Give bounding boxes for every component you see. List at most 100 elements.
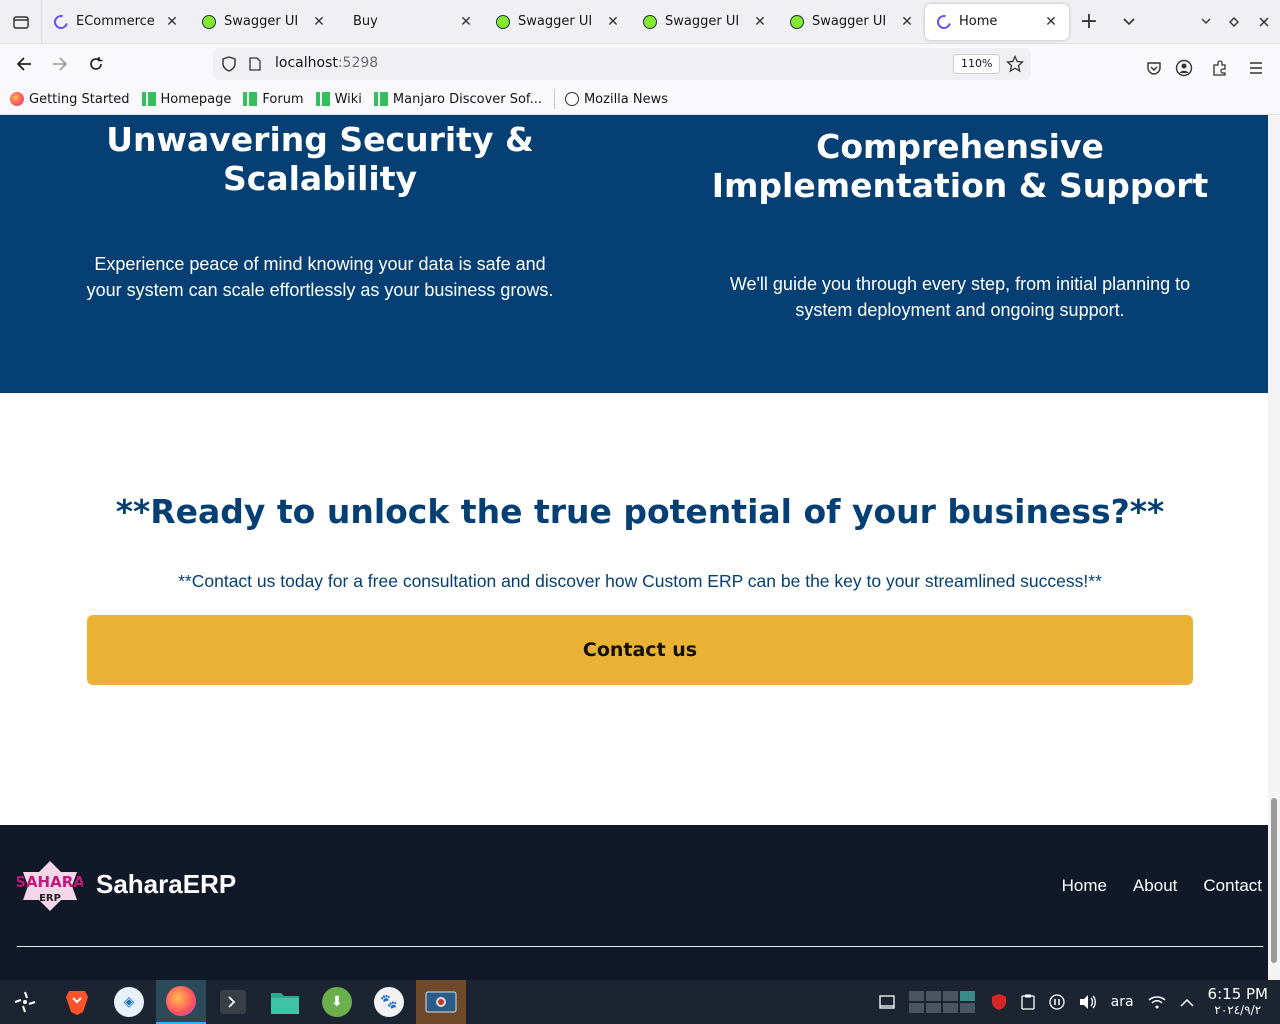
- bookmark-mozilla-news[interactable]: Mozilla News: [564, 91, 669, 107]
- close-icon[interactable]: ✕: [458, 14, 474, 30]
- bookmark-label: Forum: [262, 91, 304, 107]
- bookmark-wiki[interactable]: Wiki: [315, 91, 362, 107]
- pocket-icon: [1147, 62, 1161, 75]
- zoom-level-badge[interactable]: 110%: [953, 54, 1001, 74]
- shield-icon[interactable]: [222, 56, 236, 72]
- taskbar-discover[interactable]: ◈: [104, 980, 154, 1024]
- bookmark-forum[interactable]: Forum: [243, 91, 304, 107]
- footer-brand-name[interactable]: SaharaERP: [96, 869, 236, 900]
- bookmark-label: Wiki: [334, 91, 362, 107]
- contact-us-button[interactable]: Contact us: [87, 615, 1193, 685]
- page-scrollbar[interactable]: [1268, 115, 1280, 980]
- window-maximize-button[interactable]: [1220, 0, 1248, 44]
- bookmark-getting-started[interactable]: Getting Started: [10, 92, 130, 107]
- bookmarks-separator: [553, 89, 555, 109]
- shield-icon: [991, 994, 1006, 1010]
- taskbar-downloader[interactable]: ⬇: [312, 980, 362, 1024]
- tab-label: Swagger UI: [518, 14, 593, 29]
- close-icon[interactable]: ✕: [605, 14, 621, 30]
- forward-button[interactable]: [42, 48, 78, 80]
- close-icon[interactable]: ✕: [752, 14, 768, 30]
- chevron-down-icon: [1123, 17, 1135, 25]
- ecommerce-icon: [51, 11, 71, 32]
- close-icon: [1259, 17, 1269, 26]
- gimp-icon: 🐾: [374, 987, 404, 1017]
- tab-swagger-2[interactable]: Swagger UI ✕: [484, 0, 631, 44]
- bookmark-homepage[interactable]: Homepage: [141, 92, 231, 107]
- url-text[interactable]: localhost:5298: [275, 55, 378, 71]
- volume-tray-button[interactable]: [1079, 994, 1097, 1010]
- close-icon[interactable]: ✕: [899, 14, 915, 30]
- media-player-tray-button[interactable]: [1048, 994, 1065, 1010]
- tab-ecommerce[interactable]: ECommerce ✕: [42, 0, 190, 44]
- application-launcher[interactable]: [0, 980, 50, 1024]
- taskbar-screenshot[interactable]: [416, 980, 466, 1024]
- url-port: :5298: [337, 55, 379, 71]
- pause-icon: [1048, 994, 1065, 1010]
- sahara-erp-logo[interactable]: SAHARA ERP: [15, 860, 85, 912]
- system-tray: ara 6:15 PM ٢٠٢٤/٩/٢: [878, 980, 1280, 1024]
- url-bar[interactable]: localhost:5298 110%: [213, 48, 1031, 80]
- feature-title: Comprehensive Implementation & Support: [711, 127, 1209, 205]
- virtual-desktop-pager[interactable]: [908, 991, 975, 1013]
- footer-divider: [17, 946, 1263, 947]
- close-icon[interactable]: ✕: [164, 14, 180, 30]
- cta-heading: **Ready to unlock the true potential of …: [115, 492, 1165, 531]
- manjaro-icon: [243, 92, 258, 106]
- clipboard-tray-button[interactable]: [1020, 994, 1035, 1010]
- tab-swagger-3[interactable]: Swagger UI ✕: [631, 0, 778, 44]
- reload-button[interactable]: [78, 48, 114, 80]
- new-tab-button[interactable]: +: [1069, 0, 1109, 44]
- bookmark-label: Manjaro Discover Sof...: [392, 91, 542, 107]
- digital-clock[interactable]: 6:15 PM ٢٠٢٤/٩/٢: [1208, 986, 1268, 1018]
- bookmark-label: Mozilla News: [583, 91, 669, 107]
- tab-home[interactable]: Home ✕: [925, 3, 1069, 40]
- account-button[interactable]: [1166, 52, 1202, 84]
- speaker-icon: [1079, 995, 1096, 1009]
- tab-swagger-4[interactable]: Swagger UI ✕: [778, 0, 925, 44]
- footer-link-about[interactable]: About: [1133, 876, 1177, 896]
- scrollbar-thumb[interactable]: [1271, 798, 1277, 963]
- bookmark-star-icon[interactable]: [1006, 55, 1024, 73]
- tab-swagger-1[interactable]: Swagger UI ✕: [190, 0, 337, 44]
- taskbar-gimp[interactable]: 🐾: [364, 980, 414, 1024]
- taskbar-file-manager[interactable]: [260, 980, 310, 1024]
- swagger-icon: [790, 14, 804, 29]
- launcher-icon: [14, 991, 36, 1013]
- discover-icon: ◈: [114, 987, 144, 1017]
- close-icon[interactable]: ✕: [311, 14, 327, 30]
- tab-label: ECommerce: [76, 14, 155, 29]
- reload-icon: [90, 57, 103, 70]
- list-all-tabs-button[interactable]: [1109, 0, 1149, 44]
- bookmarks-toolbar: Getting Started Homepage Forum Wiki Manj…: [0, 84, 1280, 115]
- security-tray-button[interactable]: [991, 993, 1007, 1011]
- back-button[interactable]: [6, 48, 42, 80]
- tab-list-icon: [12, 15, 29, 29]
- tab-buy[interactable]: Buy ✕: [337, 0, 484, 44]
- taskbar-terminal[interactable]: [208, 980, 258, 1024]
- window-close-button[interactable]: [1248, 0, 1280, 44]
- url-host: localhost: [275, 55, 338, 71]
- tab-list-button[interactable]: [0, 0, 42, 44]
- menu-button[interactable]: [1238, 52, 1274, 84]
- taskbar-firefox[interactable]: [156, 980, 206, 1024]
- extensions-button[interactable]: [1202, 52, 1238, 84]
- keyboard-layout-indicator[interactable]: ara: [1111, 994, 1134, 1010]
- show-desktop-button[interactable]: [878, 995, 895, 1009]
- bookmark-manjaro-discover[interactable]: Manjaro Discover Sof...: [373, 91, 542, 107]
- footer-link-contact[interactable]: Contact: [1203, 876, 1262, 896]
- folder-icon: [271, 993, 299, 1014]
- tray-expander-button[interactable]: [1180, 998, 1194, 1007]
- window-minimize-button[interactable]: [1192, 0, 1220, 44]
- footer-link-home[interactable]: Home: [1062, 876, 1107, 896]
- manjaro-icon: [373, 92, 388, 106]
- taskbar-brave[interactable]: [52, 980, 102, 1024]
- logo-text-sahara: SAHARA: [17, 873, 83, 891]
- tab-label: Swagger UI: [812, 14, 887, 29]
- tab-label: Home: [959, 14, 998, 29]
- site-footer: SAHARA ERP SaharaERP Home About Contact: [0, 825, 1268, 980]
- arrow-left-icon: [16, 57, 31, 71]
- network-tray-button[interactable]: [1148, 995, 1166, 1009]
- close-icon[interactable]: ✕: [1043, 14, 1059, 30]
- clock-time: 6:15 PM: [1207, 985, 1268, 1003]
